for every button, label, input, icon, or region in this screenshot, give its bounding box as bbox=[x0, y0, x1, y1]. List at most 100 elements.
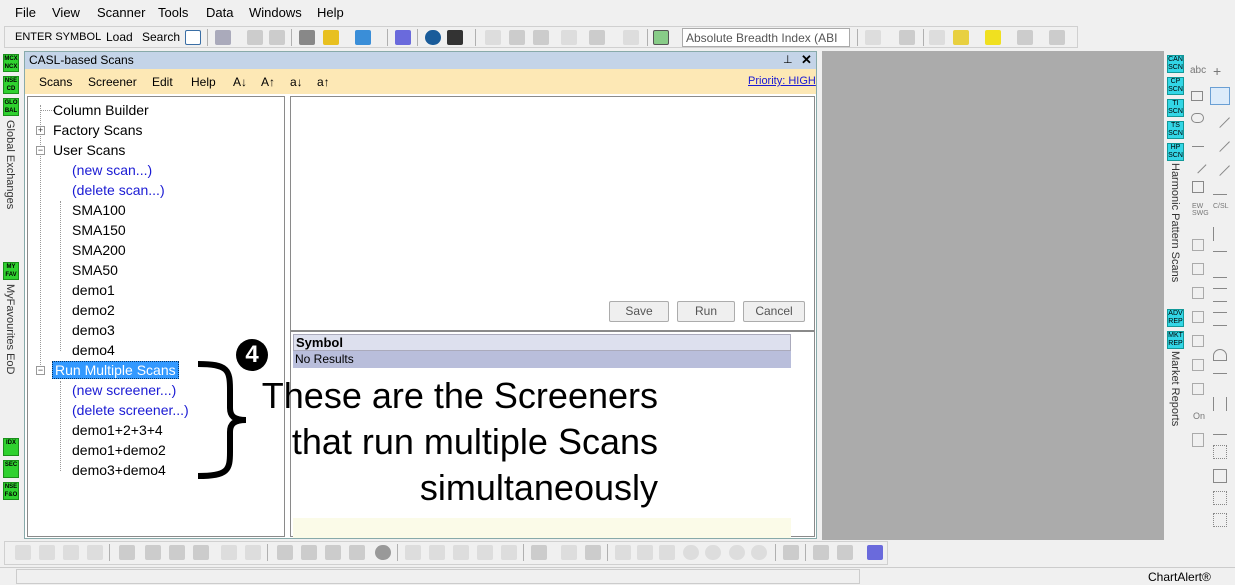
bottom-tool-11-icon[interactable] bbox=[277, 545, 293, 560]
run-multiple-scans-item[interactable]: Run Multiple Scans bbox=[52, 361, 179, 379]
left-arrow-2-icon[interactable] bbox=[1192, 263, 1204, 275]
star-icon[interactable] bbox=[985, 30, 1001, 45]
panel-menu-help[interactable]: Help bbox=[191, 75, 216, 89]
export-icon[interactable] bbox=[867, 545, 883, 560]
cycles-icon[interactable] bbox=[1213, 397, 1227, 411]
alert-icon[interactable] bbox=[323, 30, 339, 45]
bottom-tool-18-icon[interactable] bbox=[453, 545, 469, 560]
scan-item[interactable]: SMA150 bbox=[72, 222, 126, 238]
channel-tool-icon[interactable] bbox=[1210, 156, 1230, 176]
zoom-in-icon[interactable] bbox=[729, 545, 745, 560]
idx-tab[interactable]: IDX bbox=[3, 438, 19, 456]
fib-levels-icon[interactable] bbox=[1213, 277, 1227, 289]
screener-item[interactable]: demo1+2+3+4 bbox=[72, 422, 163, 438]
arrow-tool-icon[interactable] bbox=[1189, 156, 1207, 174]
bottom-tool-7-icon[interactable] bbox=[169, 545, 185, 560]
candle-icon[interactable] bbox=[533, 30, 549, 45]
cow-tam-icon[interactable] bbox=[929, 30, 945, 45]
hp-scn-tab[interactable]: HP SCN bbox=[1167, 143, 1184, 161]
list-icon[interactable] bbox=[485, 30, 501, 45]
bottom-tool-17-icon[interactable] bbox=[429, 545, 445, 560]
hand-tool-icon[interactable] bbox=[1192, 433, 1204, 447]
bottom-tool-8-icon[interactable] bbox=[193, 545, 209, 560]
menu-tools[interactable]: Tools bbox=[158, 5, 188, 20]
print-icon[interactable] bbox=[247, 30, 263, 45]
ts-scn-tab[interactable]: TS SCN bbox=[1167, 121, 1184, 139]
adv-rep-tab[interactable]: ADV REP bbox=[1167, 309, 1184, 327]
grid-toggle-icon[interactable] bbox=[585, 545, 601, 560]
pattern-icon[interactable] bbox=[1049, 30, 1065, 45]
zoom-out-icon[interactable] bbox=[705, 545, 721, 560]
down-arrow-icon[interactable] bbox=[1192, 335, 1204, 347]
gann-icon[interactable] bbox=[1213, 373, 1227, 385]
curve-tool-icon[interactable] bbox=[1192, 181, 1204, 193]
bottom-tool-21-icon[interactable] bbox=[531, 545, 547, 560]
link-icon[interactable] bbox=[395, 30, 411, 45]
pin-icon[interactable]: ⊥ bbox=[783, 53, 793, 66]
wave-icon[interactable] bbox=[1017, 30, 1033, 45]
sine-icon[interactable] bbox=[1192, 359, 1204, 371]
grid-icon[interactable] bbox=[1213, 469, 1227, 483]
search-button[interactable]: Search bbox=[142, 30, 180, 44]
arc-icon[interactable] bbox=[1213, 349, 1227, 361]
bottom-tool-3-icon[interactable] bbox=[63, 545, 79, 560]
crown-icon[interactable] bbox=[953, 30, 969, 45]
indicator-select[interactable]: Absolute Breadth Index (ABI bbox=[682, 28, 850, 47]
fib-ext-icon[interactable] bbox=[1213, 301, 1227, 313]
factory-scans-item[interactable]: Factory Scans bbox=[53, 122, 142, 138]
chart-window-icon[interactable] bbox=[185, 30, 201, 45]
right-arrow-2-icon[interactable] bbox=[1192, 311, 1204, 323]
lowercase-decrease-icon[interactable]: a↓ bbox=[290, 75, 303, 89]
panel-menu-screener[interactable]: Screener bbox=[88, 75, 137, 89]
font-increase-icon[interactable]: A↑ bbox=[261, 75, 275, 89]
data-icon[interactable] bbox=[299, 30, 315, 45]
nse-fo-tab[interactable]: NSE F&O bbox=[3, 482, 19, 500]
csl-icon[interactable]: C/SL bbox=[1213, 203, 1229, 217]
panel-menu-scans[interactable]: Scans bbox=[39, 75, 72, 89]
vertical-line-icon[interactable] bbox=[1213, 227, 1227, 241]
bars-icon[interactable] bbox=[509, 30, 525, 45]
scan-item[interactable]: demo2 bbox=[72, 302, 115, 318]
globe-icon[interactable] bbox=[425, 30, 441, 45]
parallel-tool-icon[interactable] bbox=[1213, 181, 1227, 195]
save-icon[interactable] bbox=[215, 30, 231, 45]
on-toggle-icon[interactable]: On bbox=[1193, 411, 1205, 421]
menu-windows[interactable]: Windows bbox=[249, 5, 302, 20]
bottom-tool-15-icon[interactable] bbox=[375, 545, 391, 560]
menu-scanner[interactable]: Scanner bbox=[97, 5, 145, 20]
ew-swing-icon[interactable]: EW SWG bbox=[1192, 203, 1209, 217]
scan-editor[interactable]: Save Run Cancel bbox=[290, 96, 815, 331]
triangle-tool-icon[interactable] bbox=[1192, 137, 1204, 147]
zoom-out-area-icon[interactable] bbox=[659, 545, 675, 560]
left-arrow-icon[interactable] bbox=[1192, 239, 1204, 251]
close-icon[interactable]: ✕ bbox=[801, 52, 812, 68]
new-scan-item[interactable]: (new scan...) bbox=[72, 162, 152, 178]
scan-item[interactable]: demo4 bbox=[72, 342, 115, 358]
lowercase-increase-icon[interactable]: a↑ bbox=[317, 75, 330, 89]
bottom-tool-19-icon[interactable] bbox=[477, 545, 493, 560]
text-tool-icon[interactable]: abc bbox=[1190, 65, 1206, 79]
can-scn-tab[interactable]: CAN SCN bbox=[1167, 55, 1184, 73]
market-reports-label[interactable]: Market Reports bbox=[1169, 351, 1181, 441]
mkt-rep-tab[interactable]: MKT REP bbox=[1167, 331, 1184, 349]
menu-file[interactable]: File bbox=[15, 5, 36, 20]
mcx-tab[interactable]: MCX NCX bbox=[3, 54, 19, 72]
menu-view[interactable]: View bbox=[52, 5, 80, 20]
rectangle-tool-icon[interactable] bbox=[1191, 91, 1203, 101]
bottom-tool-4-icon[interactable] bbox=[87, 545, 103, 560]
delete-scan-item[interactable]: (delete scan...) bbox=[72, 182, 165, 198]
chart-workspace[interactable] bbox=[822, 51, 1164, 540]
screener-item[interactable]: demo3+demo4 bbox=[72, 462, 166, 478]
my-fav-tab[interactable]: MY FAV bbox=[3, 262, 19, 280]
harmonic-pattern-scans-label[interactable]: Harmonic Pattern Scans bbox=[1169, 163, 1181, 283]
52w-hilo-icon[interactable] bbox=[561, 30, 577, 45]
new-screener-item[interactable]: (new screener...) bbox=[72, 382, 176, 398]
save-button[interactable]: Save bbox=[609, 301, 669, 322]
global-tab[interactable]: GLO BAL bbox=[3, 98, 19, 116]
bottom-tool-12-icon[interactable] bbox=[301, 545, 317, 560]
pivot-icon[interactable] bbox=[899, 30, 915, 45]
menu-data[interactable]: Data bbox=[206, 5, 233, 20]
results-header-symbol[interactable]: Symbol bbox=[293, 334, 791, 351]
grid-2-icon[interactable] bbox=[1213, 491, 1227, 505]
column-builder-item[interactable]: Column Builder bbox=[53, 102, 149, 118]
